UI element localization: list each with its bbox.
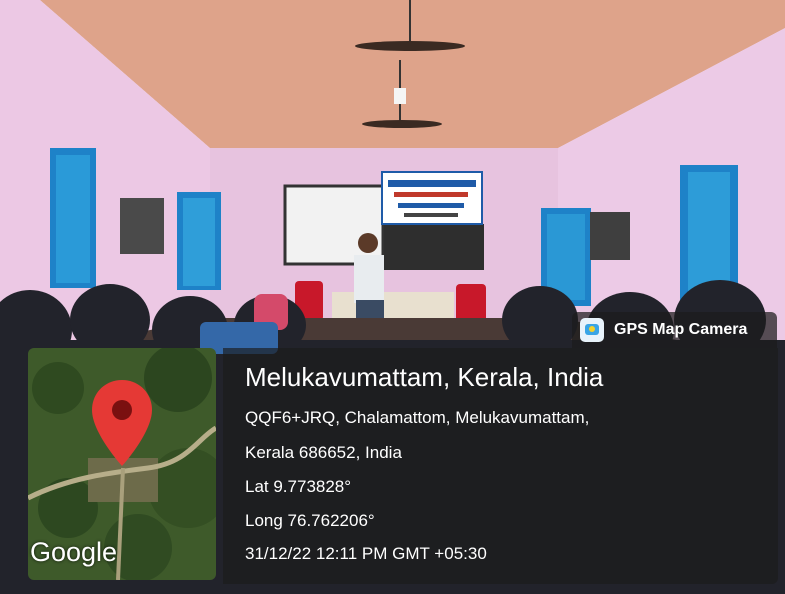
gps-map-camera-badge: GPS Map Camera <box>572 312 777 348</box>
speaker-left <box>120 198 164 254</box>
ceiling-fan-1 <box>355 41 465 51</box>
address-line-1: QQF6+JRQ, Chalamattom, Melukavumattam, <box>245 408 590 427</box>
badge-text: GPS Map Camera <box>614 321 748 338</box>
google-logo: Google <box>30 537 118 567</box>
blackboard <box>384 224 484 270</box>
datetime: 31/12/22 12:11 PM GMT +05:30 <box>245 544 487 563</box>
address-line-2: Kerala 686652, India <box>245 443 402 462</box>
map-thumbnail: Google <box>28 348 216 580</box>
photo: GPS Map Camera Google Melukavumattam, Ke… <box>0 0 785 594</box>
ceiling-fan-2 <box>362 120 442 128</box>
stage-table <box>332 292 454 320</box>
map-pin-icon <box>90 378 154 468</box>
longitude: Long 76.762206° <box>245 511 375 530</box>
speaker-right <box>590 212 630 260</box>
geotag-panel: Google Melukavumattam, Kerala, India QQF… <box>28 348 778 584</box>
speaker-person <box>354 255 384 303</box>
location-info: Melukavumattam, Kerala, India QQF6+JRQ, … <box>223 348 778 584</box>
location-title: Melukavumattam, Kerala, India <box>245 362 604 392</box>
latitude: Lat 9.773828° <box>245 477 352 496</box>
gps-map-camera-icon <box>580 318 604 342</box>
